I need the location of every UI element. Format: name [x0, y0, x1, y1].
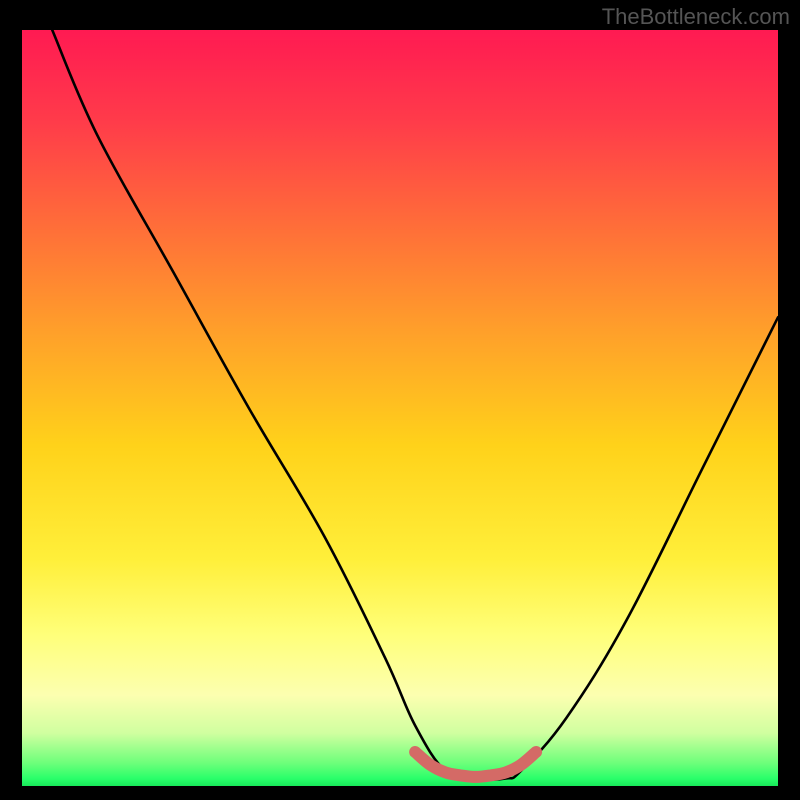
chart-gradient-background	[22, 30, 778, 786]
chart-svg	[22, 30, 778, 786]
watermark-text: TheBottleneck.com	[602, 4, 790, 30]
bottleneck-curve-line	[52, 30, 778, 779]
